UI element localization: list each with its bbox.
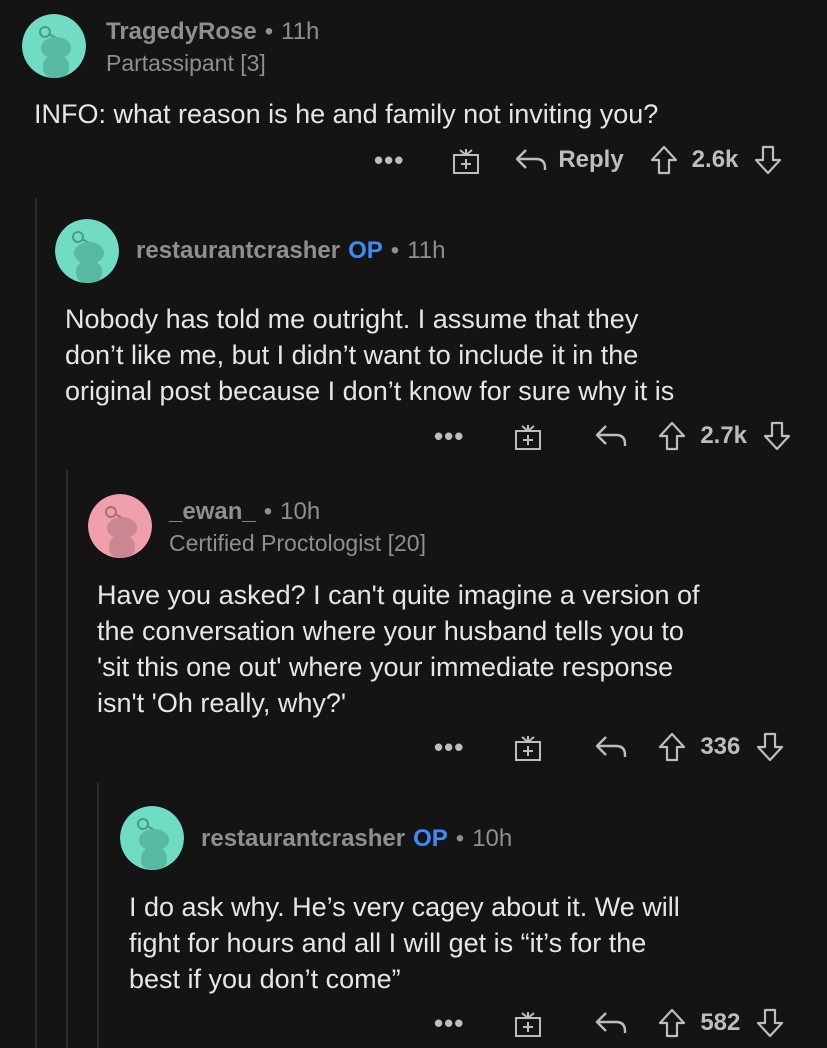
thread-line (97, 783, 99, 1048)
award-icon[interactable] (512, 1007, 544, 1039)
username[interactable]: TragedyRose (106, 18, 257, 45)
reply-icon[interactable] (514, 146, 548, 174)
comment-meta: _ewan_ • 10h (169, 498, 320, 526)
timestamp: 11h (281, 18, 320, 45)
snoo-avatar-icon (88, 494, 152, 558)
user-flair: Certified Proctologist [20] (169, 530, 426, 556)
avatar[interactable] (55, 219, 119, 283)
snoo-avatar-icon (22, 14, 86, 78)
thread-line (35, 198, 37, 1048)
username[interactable]: restaurantcrasher (136, 237, 340, 264)
comment-actions: ••• Reply 2.6k (374, 140, 782, 180)
vote-count: 2.7k (700, 422, 748, 449)
separator-dot: • (263, 498, 273, 525)
more-options-button[interactable]: ••• (434, 421, 464, 452)
op-badge: OP (348, 237, 383, 264)
separator-dot: • (264, 18, 274, 45)
more-options-button[interactable]: ••• (434, 1008, 464, 1039)
comment-actions: ••• 582 (434, 1003, 784, 1043)
separator-dot: • (455, 825, 465, 852)
thread-line (66, 470, 68, 1048)
reply-icon[interactable] (594, 422, 628, 450)
snoo-avatar-icon (55, 219, 119, 283)
timestamp: 10h (472, 825, 513, 852)
avatar[interactable] (120, 806, 184, 870)
timestamp: 11h (407, 237, 446, 264)
more-options-button[interactable]: ••• (374, 145, 404, 176)
vote-count: 582 (700, 1009, 741, 1036)
comment-meta: TragedyRose • 11h (106, 18, 319, 46)
comment-meta: restaurantcrasher OP • 10h (201, 825, 512, 853)
downvote-icon[interactable] (754, 145, 782, 175)
comment-body: INFO: what reason is he and family not i… (34, 99, 659, 129)
reply-icon[interactable] (594, 1009, 628, 1037)
comment-meta: restaurantcrasher OP • 11h (136, 237, 445, 265)
award-icon[interactable] (512, 420, 544, 452)
username[interactable]: restaurantcrasher (201, 825, 405, 852)
upvote-icon[interactable] (658, 421, 686, 451)
comment-body: Nobody has told me outright. I assume th… (65, 304, 675, 406)
comment-body: Have you asked? I can't quite imagine a … (97, 580, 700, 718)
upvote-icon[interactable] (658, 1008, 686, 1038)
vote-count: 2.6k (691, 146, 739, 173)
downvote-icon[interactable] (763, 421, 791, 451)
award-icon[interactable] (512, 731, 544, 763)
upvote-icon[interactable] (658, 732, 686, 762)
avatar[interactable] (22, 14, 86, 78)
separator-dot: • (390, 237, 400, 264)
upvote-icon[interactable] (650, 145, 678, 175)
more-options-button[interactable]: ••• (434, 732, 464, 763)
user-flair: Partassipant [3] (106, 50, 266, 76)
snoo-avatar-icon (120, 806, 184, 870)
timestamp: 10h (280, 498, 321, 525)
comment-actions: ••• 336 (434, 727, 784, 767)
comment-body: I do ask why. He’s very cagey about it. … (129, 892, 680, 994)
username[interactable]: _ewan_ (169, 498, 256, 525)
comment-actions: ••• 2.7k (434, 416, 791, 456)
reply-icon[interactable] (594, 733, 628, 761)
reply-button[interactable]: Reply (558, 146, 623, 174)
avatar[interactable] (88, 494, 152, 558)
vote-count: 336 (700, 733, 741, 760)
downvote-icon[interactable] (756, 1008, 784, 1038)
downvote-icon[interactable] (756, 732, 784, 762)
op-badge: OP (413, 825, 448, 852)
award-icon[interactable] (450, 144, 482, 176)
